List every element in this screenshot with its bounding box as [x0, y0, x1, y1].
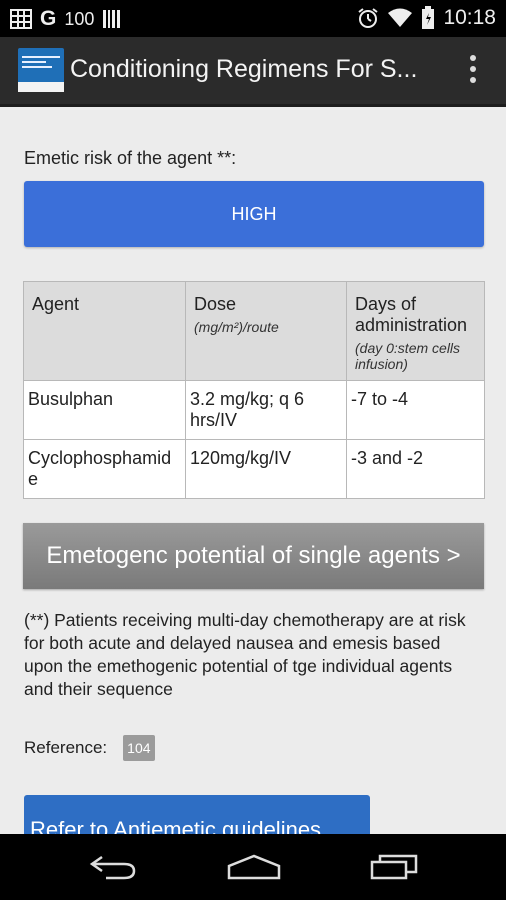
- antiemetic-guidelines-button[interactable]: Refer to Antiemetic guidelines: [24, 795, 370, 834]
- header-days: Days of administration (day 0:stem cells…: [346, 281, 485, 381]
- app-title: Conditioning Regimens For S...: [70, 55, 418, 83]
- battery-percent-text: 100: [64, 8, 95, 29]
- reference-row: Reference: 104: [24, 735, 155, 761]
- header-dose-unit: (mg/m²)/route: [194, 319, 279, 335]
- g-icon: G: [40, 7, 57, 30]
- table-header-row: Agent Dose (mg/m²)/route Days of adminis…: [23, 281, 485, 381]
- barcode-icon: [103, 10, 121, 28]
- app-logo-icon[interactable]: [18, 48, 64, 92]
- footnote-text: (**) Patients receiving multi-day chemot…: [24, 610, 466, 699]
- home-icon[interactable]: [226, 854, 282, 880]
- wifi-icon: [388, 8, 413, 27]
- recents-icon[interactable]: [370, 854, 420, 880]
- risk-level-button[interactable]: HIGH: [24, 181, 484, 247]
- main-content[interactable]: Emetic risk of the agent **: HIGH Agent …: [0, 107, 506, 834]
- header-days-title: Days of administration: [355, 294, 468, 335]
- table-row: Busulphan 3.2 mg/kg; q 6 hrs/IV -7 to -4: [23, 380, 485, 440]
- table-row: Cyclophosphamide 120mg/kg/IV -3 and -2: [23, 439, 485, 499]
- status-left: G 100: [10, 7, 122, 31]
- cell-agent: Cyclophosphamide: [23, 439, 186, 499]
- cell-days: -3 and -2: [346, 439, 485, 499]
- header-days-note: (day 0:stem cells infusion): [355, 340, 461, 372]
- action-bar: Conditioning Regimens For S...: [0, 37, 506, 107]
- single-agents-button[interactable]: Emetogenc potential of single agents >: [23, 523, 484, 589]
- reference-label: Reference:: [24, 738, 108, 757]
- status-time: 10:18: [443, 6, 496, 29]
- alarm-icon: [358, 8, 379, 28]
- status-bar: G 100 10:18: [0, 0, 506, 37]
- back-icon[interactable]: [88, 854, 138, 880]
- header-agent: Agent: [23, 281, 186, 381]
- header-agent-title: Agent: [32, 294, 80, 314]
- cell-days: -7 to -4: [346, 380, 485, 440]
- header-dose: Dose (mg/m²)/route: [185, 281, 347, 381]
- header-dose-title: Dose: [194, 294, 237, 314]
- cell-dose: 120mg/kg/IV: [185, 439, 347, 499]
- cell-dose: 3.2 mg/kg; q 6 hrs/IV: [185, 380, 347, 440]
- status-right: 10:18: [357, 6, 496, 30]
- cell-agent: Busulphan: [23, 380, 186, 440]
- emetic-risk-label: Emetic risk of the agent **:: [24, 148, 237, 168]
- grid-icon: [10, 9, 32, 29]
- reference-badge[interactable]: 104: [123, 735, 155, 761]
- regimen-table: Agent Dose (mg/m²)/route Days of adminis…: [23, 281, 485, 499]
- overflow-menu-icon[interactable]: [470, 55, 478, 89]
- navigation-bar: [0, 834, 506, 900]
- battery-icon: [422, 6, 435, 29]
